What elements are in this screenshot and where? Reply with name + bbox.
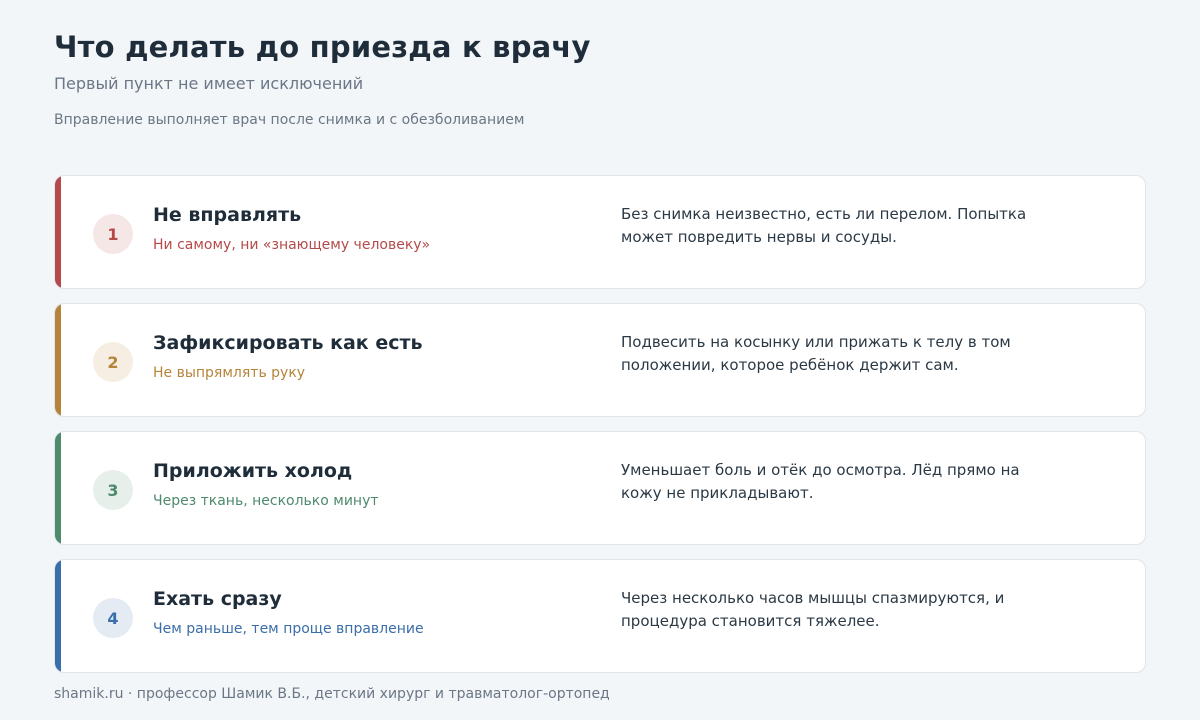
- step-description: Через несколько часов мышцы спазмируются…: [621, 589, 1005, 630]
- step-description: Подвесить на косынку или прижать к телу …: [621, 333, 1011, 374]
- step-card: 1 Не вправлять Ни самому, ни «знающему ч…: [54, 175, 1146, 289]
- step-number-badge: 3: [93, 470, 133, 510]
- step-subtitle: Через ткань, несколько минут: [153, 493, 379, 509]
- step-title: Приложить холод: [153, 460, 353, 482]
- step-card: 2 Зафиксировать как есть Не выпрямлять р…: [54, 303, 1146, 417]
- step-accent-bar: [55, 304, 61, 416]
- step-title: Зафиксировать как есть: [153, 332, 423, 354]
- page-subtitle: Первый пункт не имеет исключений: [54, 74, 364, 93]
- step-number-badge: 4: [93, 598, 133, 638]
- step-accent-bar: [55, 560, 61, 672]
- page-note: Вправление выполняет врач после снимка и…: [54, 112, 525, 128]
- step-description: Без снимка неизвестно, есть ли перелом. …: [621, 205, 1027, 246]
- steps-list: 1 Не вправлять Ни самому, ни «знающему ч…: [54, 175, 1146, 687]
- step-subtitle: Не выпрямлять руку: [153, 365, 306, 381]
- step-number-badge: 2: [93, 342, 133, 382]
- step-card: 4 Ехать сразу Чем раньше, тем проще впра…: [54, 559, 1146, 673]
- step-card: 3 Приложить холод Через ткань, несколько…: [54, 431, 1146, 545]
- step-accent-bar: [55, 176, 61, 288]
- step-number-badge: 1: [93, 214, 133, 254]
- step-title: Ехать сразу: [153, 588, 282, 610]
- step-description: Уменьшает боль и отёк до осмотра. Лёд пр…: [621, 461, 1020, 502]
- page-title: Что делать до приезда к врачу: [54, 30, 591, 64]
- step-subtitle: Чем раньше, тем проще вправление: [153, 621, 424, 637]
- step-subtitle: Ни самому, ни «знающему человеку»: [153, 237, 431, 253]
- step-title: Не вправлять: [153, 204, 302, 226]
- step-accent-bar: [55, 432, 61, 544]
- footer-credit: shamik.ru · профессор Шамик В.Б., детски…: [54, 686, 610, 702]
